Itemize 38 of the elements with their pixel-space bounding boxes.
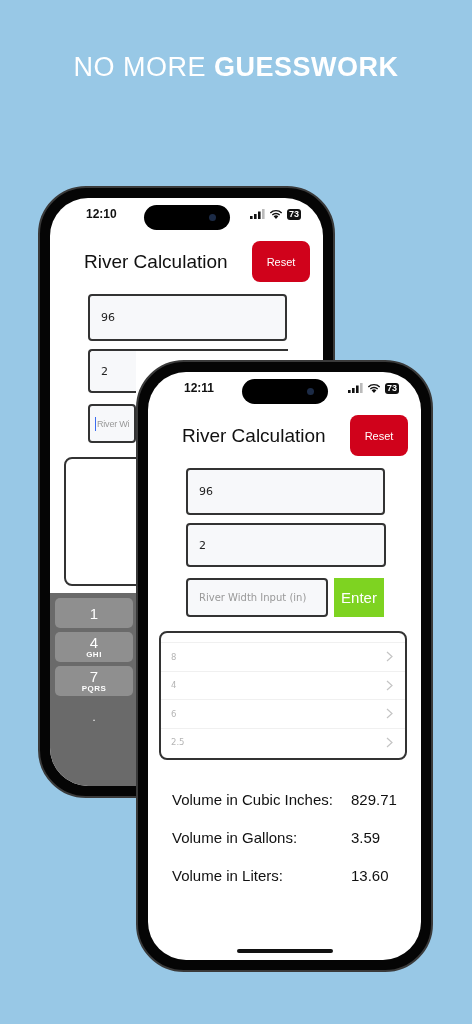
status-time: 12:11	[184, 381, 215, 395]
battery-level: 73	[287, 208, 301, 220]
chevron-icon	[386, 736, 393, 748]
input-field[interactable]: 96	[88, 294, 287, 341]
keypad-key[interactable]: 7 PQRS	[55, 666, 133, 696]
input-field[interactable]: 96	[186, 468, 385, 515]
result-label: Volume in Cubic Inches:	[172, 790, 334, 808]
input-field[interactable]: 2	[88, 349, 136, 393]
battery-level: 73	[385, 382, 399, 394]
width-input-field[interactable]: River Wi	[88, 404, 136, 443]
reset-button[interactable]: Reset	[252, 241, 310, 282]
list-item[interactable]: 8	[171, 651, 177, 662]
chevron-icon	[386, 708, 393, 720]
signal-icon	[348, 383, 363, 393]
result-value: 13.60	[351, 866, 389, 884]
list-item[interactable]: 6	[171, 708, 177, 719]
reset-button[interactable]: Reset	[350, 415, 408, 456]
chevron-icon	[386, 651, 393, 663]
result-label: Volume in Gallons:	[172, 828, 299, 846]
keypad-key[interactable]: .	[55, 700, 133, 734]
screen-title: River Calculation	[84, 250, 229, 273]
headline: NO MORE GUESSWORK	[72, 51, 400, 83]
result-value: 3.59	[351, 828, 381, 846]
chevron-icon	[386, 679, 393, 691]
wifi-icon	[367, 383, 381, 393]
result-value: 829.71	[351, 790, 397, 808]
input-field[interactable]: 2	[186, 523, 386, 567]
status-time: 12:10	[86, 207, 117, 221]
keypad-key[interactable]: 4 GHI	[55, 632, 133, 662]
list-item[interactable]: 4	[171, 680, 177, 691]
signal-icon	[250, 209, 265, 219]
list-item[interactable]: 2.5	[171, 737, 185, 748]
enter-button[interactable]: Enter	[334, 578, 384, 617]
keypad-key[interactable]: 1	[55, 598, 133, 628]
screen-title: River Calculation	[182, 424, 327, 447]
width-input-field[interactable]: River Width Input (in)	[186, 578, 328, 617]
result-label: Volume in Liters:	[172, 866, 284, 884]
wifi-icon	[269, 209, 283, 219]
